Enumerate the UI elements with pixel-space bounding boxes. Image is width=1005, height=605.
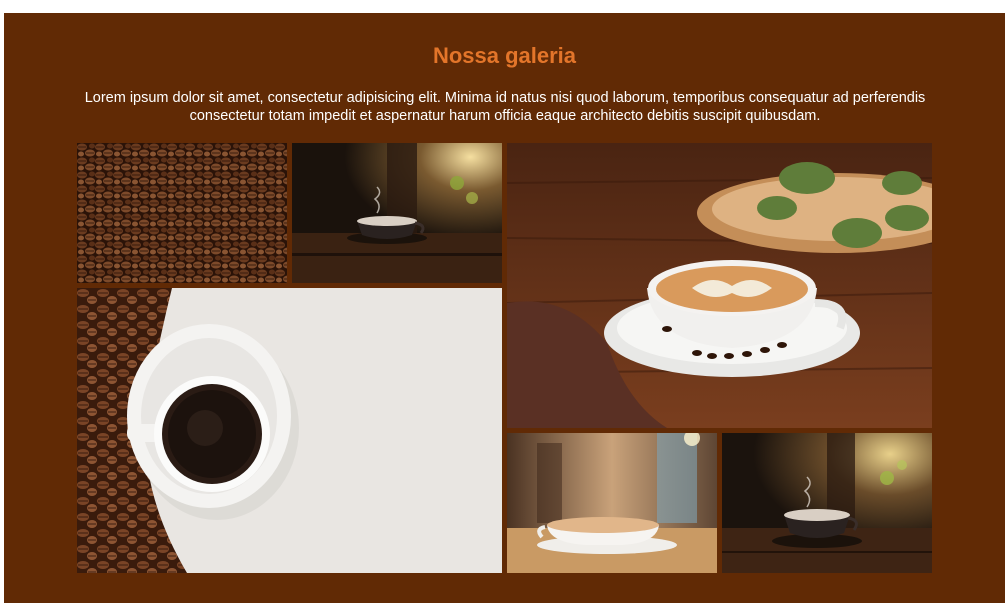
gallery-section: Nossa galeria Lorem ipsum dolor sit amet… [4, 13, 1005, 603]
cafe-cup-blurred-background-image [507, 433, 717, 573]
gallery-description: Lorem ipsum dolor sit amet, consectetur … [84, 90, 926, 124]
steaming-cup-dark-table-image [292, 143, 502, 283]
latte-art-cup-wood-table-image [507, 143, 932, 428]
coffee-beans-image [77, 143, 287, 283]
gallery-title: Nossa galeria [432, 43, 577, 68]
steaming-cup-window-light-image [722, 433, 932, 573]
black-coffee-cup-with-beans-image [77, 288, 502, 573]
